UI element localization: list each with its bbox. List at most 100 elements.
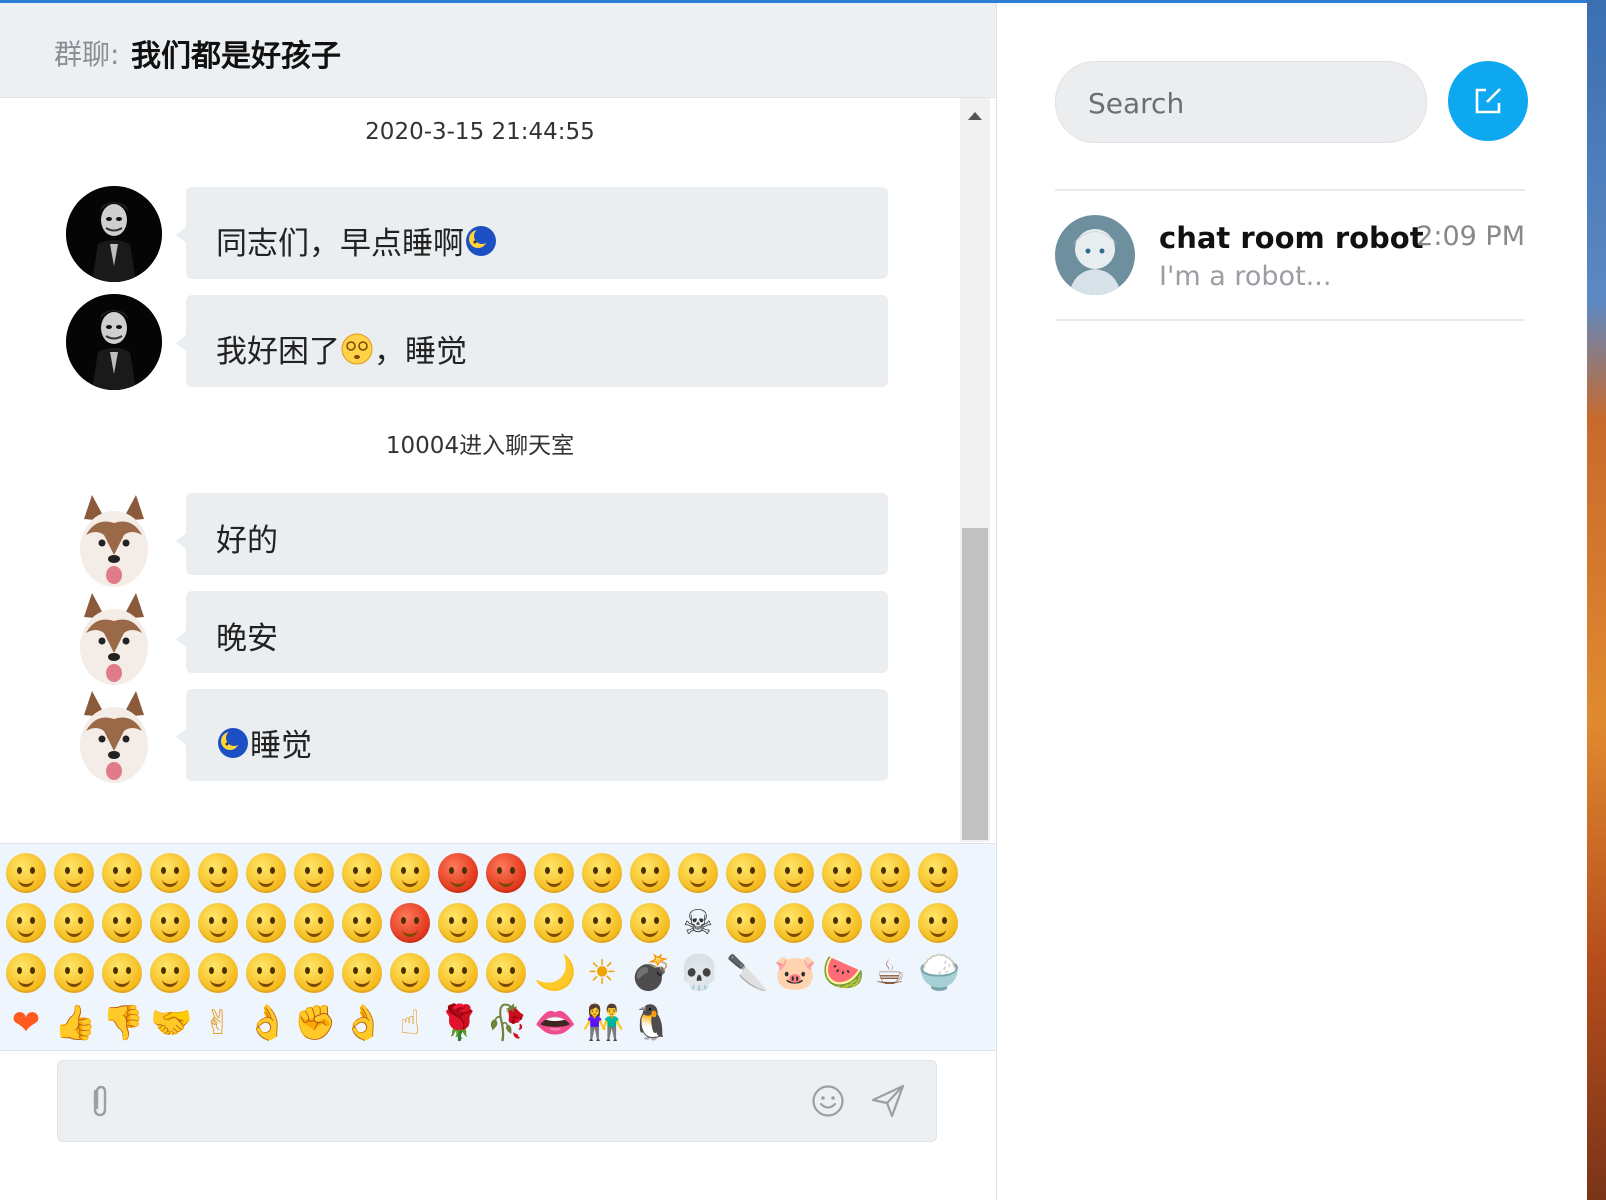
lips-emoji-icon[interactable]: 👄 (530, 998, 578, 1048)
sleep-emoji-icon[interactable] (338, 848, 386, 898)
curse-emoji-icon[interactable] (434, 898, 482, 948)
scared-emoji-icon[interactable] (194, 898, 242, 948)
point-up-emoji-icon[interactable]: ☝ (386, 998, 434, 1048)
watermelon-emoji-icon[interactable]: 🍉 (818, 948, 866, 998)
grin-emoji-icon[interactable] (578, 848, 626, 898)
salute-emoji-icon[interactable]: 👌 (242, 998, 290, 1048)
cool-face (726, 853, 766, 893)
penguin-emoji-icon[interactable]: 🐧 (626, 998, 674, 1048)
proud-emoji-icon[interactable] (50, 898, 98, 948)
send-icon[interactable] (870, 1083, 906, 1119)
soldier-emoji-icon[interactable] (338, 898, 386, 948)
scrollbar-thumb[interactable] (962, 528, 988, 840)
surprise-emoji-icon[interactable] (626, 848, 674, 898)
cleaver-emoji-icon[interactable]: 🔪 (722, 948, 770, 998)
couple-emoji-icon[interactable]: 👫 (578, 998, 626, 1048)
new-chat-button[interactable] (1448, 61, 1528, 141)
whisper-emoji-icon[interactable] (722, 898, 770, 948)
cry-emoji-icon[interactable] (194, 848, 242, 898)
skull-emoji-icon[interactable]: ☠ (674, 898, 722, 948)
laugh-emoji-icon[interactable] (290, 898, 338, 948)
thumbs-up-emoji-icon[interactable]: 👍 (50, 998, 98, 1048)
ok-emoji-icon[interactable]: 👌 (338, 998, 386, 1048)
wronged-face (246, 953, 286, 993)
embarrassed-emoji-icon[interactable] (818, 848, 866, 898)
pick-nose-emoji-icon[interactable] (770, 898, 818, 948)
cool-emoji-icon[interactable] (722, 848, 770, 898)
dizzy-emoji-icon[interactable] (146, 848, 194, 898)
avatar[interactable] (66, 294, 162, 390)
sleepy-emoji-icon[interactable] (146, 898, 194, 948)
coffee-emoji-icon[interactable]: ☕ (866, 948, 914, 998)
yawn-emoji-icon[interactable] (194, 948, 242, 998)
message-bubble[interactable]: 同志们，早点睡啊 (176, 187, 888, 279)
dizzy-eyes-emoji-icon[interactable] (578, 898, 626, 948)
thumbs-down-emoji-icon[interactable]: 👎 (98, 998, 146, 1048)
heart-eyes-emoji-icon[interactable] (98, 848, 146, 898)
rice-emoji-icon[interactable]: 🍚 (914, 948, 962, 998)
message-bubble[interactable]: 睡觉 (176, 689, 888, 781)
angry-emoji-icon[interactable] (482, 848, 530, 898)
silent-emoji-icon[interactable] (290, 848, 338, 898)
fist-emoji-icon[interactable]: ✊ (290, 998, 338, 1048)
snicker-emoji-icon[interactable] (50, 948, 98, 998)
avatar[interactable] (66, 593, 162, 689)
tongue-emoji-icon[interactable] (530, 848, 578, 898)
message-bubble[interactable]: 好的 (176, 493, 888, 575)
smug-emoji-icon[interactable] (818, 898, 866, 948)
search-box[interactable] (1055, 61, 1427, 143)
message-list[interactable]: 2020-3-15 21:44:55 同志们，早点睡啊 我好困了 ，睡觉 1000… (0, 98, 960, 842)
scroll-up-arrow-icon[interactable] (968, 112, 982, 120)
hungry-emoji-icon[interactable] (98, 898, 146, 948)
sad-emoji-icon[interactable] (674, 848, 722, 898)
applause-emoji-icon[interactable] (2, 948, 50, 998)
message-scrollbar[interactable] (960, 98, 990, 842)
search-input[interactable] (1086, 80, 1400, 126)
sweat-emoji-icon[interactable] (242, 898, 290, 948)
pleased-emoji-icon[interactable] (914, 848, 962, 898)
rose-emoji-icon[interactable]: 🌹 (434, 998, 482, 1048)
tears-emoji-icon[interactable] (386, 848, 434, 898)
wilted-rose-emoji-icon[interactable]: 🥀 (482, 998, 530, 1048)
avatar[interactable] (66, 186, 162, 282)
giggle-emoji-icon[interactable] (866, 848, 914, 898)
grimace-emoji-icon[interactable] (290, 948, 338, 998)
message-input[interactable] (128, 1079, 792, 1125)
tormented-emoji-icon[interactable] (626, 898, 674, 948)
struggle-emoji-icon[interactable] (386, 898, 434, 948)
victory-emoji-icon[interactable]: ✌ (194, 998, 242, 1048)
smile-emoji-icon[interactable] (2, 848, 50, 898)
attachment-icon[interactable] (82, 1083, 116, 1119)
sun-emoji-icon[interactable]: ☀ (578, 948, 626, 998)
pig-emoji-icon[interactable]: 🐷 (770, 948, 818, 998)
shock-emoji-icon[interactable] (2, 898, 50, 948)
handshake-emoji-icon[interactable]: 🤝 (146, 998, 194, 1048)
avatar[interactable] (66, 495, 162, 591)
wilt-emoji-icon[interactable] (434, 948, 482, 998)
sigh-emoji-icon[interactable] (914, 898, 962, 948)
wronged-emoji-icon[interactable] (242, 948, 290, 998)
heh-emoji-icon[interactable] (146, 948, 194, 998)
bomb-emoji-icon[interactable]: 💣 (626, 948, 674, 998)
chat-title: 我们都是好孩子 (131, 39, 341, 74)
moon-emoji-icon[interactable]: 🌙 (530, 948, 578, 998)
dummy-emoji-icon[interactable] (482, 948, 530, 998)
awkward-emoji-icon[interactable] (434, 848, 482, 898)
pout-emoji-icon[interactable] (50, 848, 98, 898)
emoji-toggle-icon[interactable] (811, 1084, 845, 1118)
shush-emoji-icon[interactable] (530, 898, 578, 948)
frightened-emoji-icon[interactable] (386, 948, 434, 998)
avatar[interactable] (66, 691, 162, 787)
message-composer[interactable] (57, 1060, 937, 1142)
skull-2-emoji-icon[interactable]: 💀 (674, 948, 722, 998)
contact-item[interactable]: chat room robot 2:09 PM I'm a robot... (1055, 199, 1525, 319)
question-emoji-icon[interactable] (482, 898, 530, 948)
kiss-emoji-icon[interactable] (338, 948, 386, 998)
blush-emoji-icon[interactable] (866, 898, 914, 948)
doubt-emoji-icon[interactable] (98, 948, 146, 998)
heart-emoji-icon[interactable]: ❤ (2, 998, 50, 1048)
message-bubble[interactable]: 我好困了 ，睡觉 (176, 295, 888, 387)
shy-emoji-icon[interactable] (242, 848, 290, 898)
puke-emoji-icon[interactable] (770, 848, 818, 898)
message-bubble[interactable]: 晚安 (176, 591, 888, 673)
